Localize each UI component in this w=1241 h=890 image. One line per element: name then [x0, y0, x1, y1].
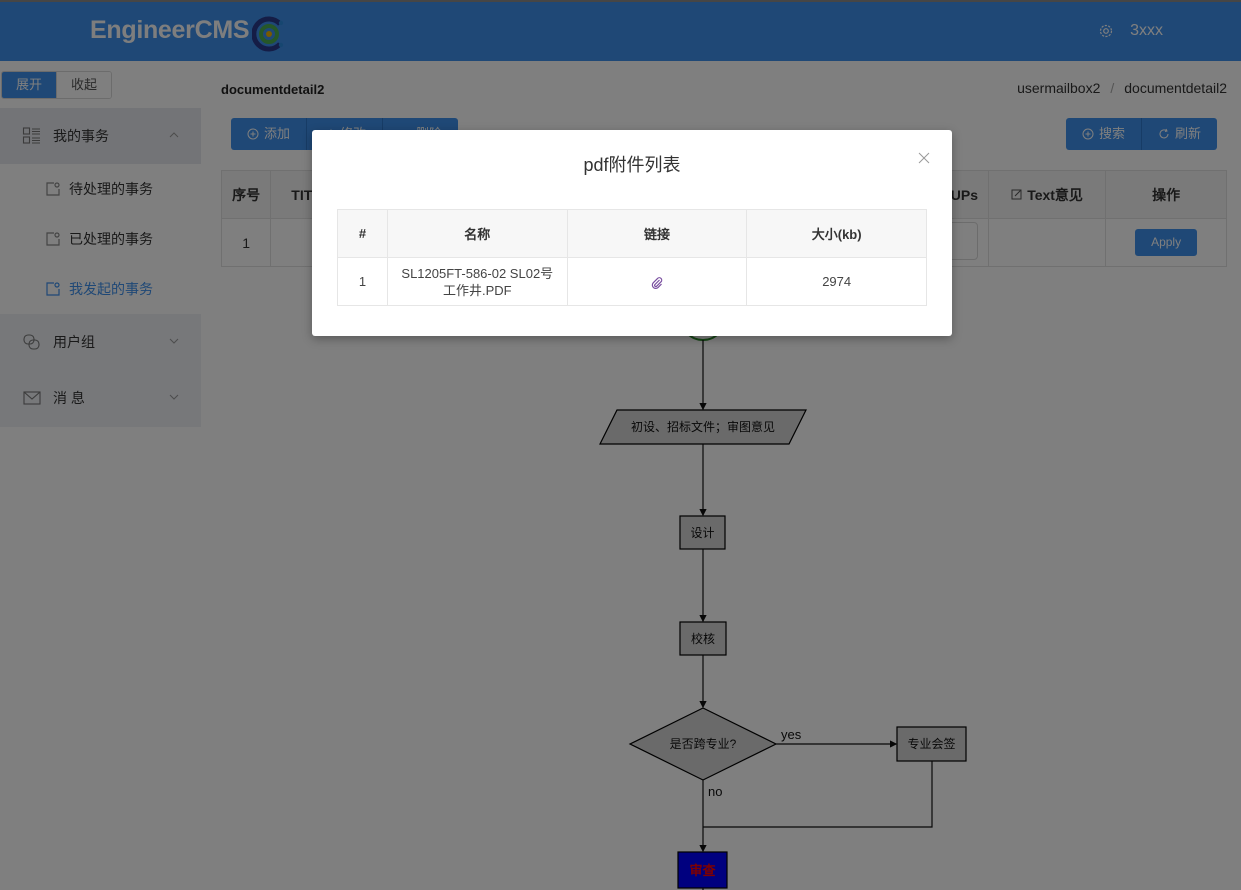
column-header-link: 链接 [566, 209, 748, 258]
column-header-size: 大小(kb) [746, 209, 927, 258]
modal-title: pdf附件列表 [583, 155, 681, 175]
attachments-table: # 名称 链接 大小(kb) 1 SL1205FT-586-02 SL02号工作… [337, 209, 927, 306]
attachment-link-cell [566, 257, 748, 306]
pdf-attachments-modal: pdf附件列表 # 名称 链接 大小(kb) 1 SL1205FT-586-02… [312, 130, 952, 336]
column-header-index: # [337, 209, 388, 258]
column-header-name: 名称 [386, 209, 568, 258]
attachment-index: 1 [337, 257, 388, 306]
close-icon[interactable] [918, 152, 930, 164]
attachment-size: 2974 [746, 257, 927, 306]
paperclip-icon[interactable] [650, 276, 664, 290]
attachment-name: SL1205FT-586-02 SL02号工作井.PDF [386, 257, 568, 306]
attachment-row: 1 SL1205FT-586-02 SL02号工作井.PDF 2974 [337, 257, 927, 306]
